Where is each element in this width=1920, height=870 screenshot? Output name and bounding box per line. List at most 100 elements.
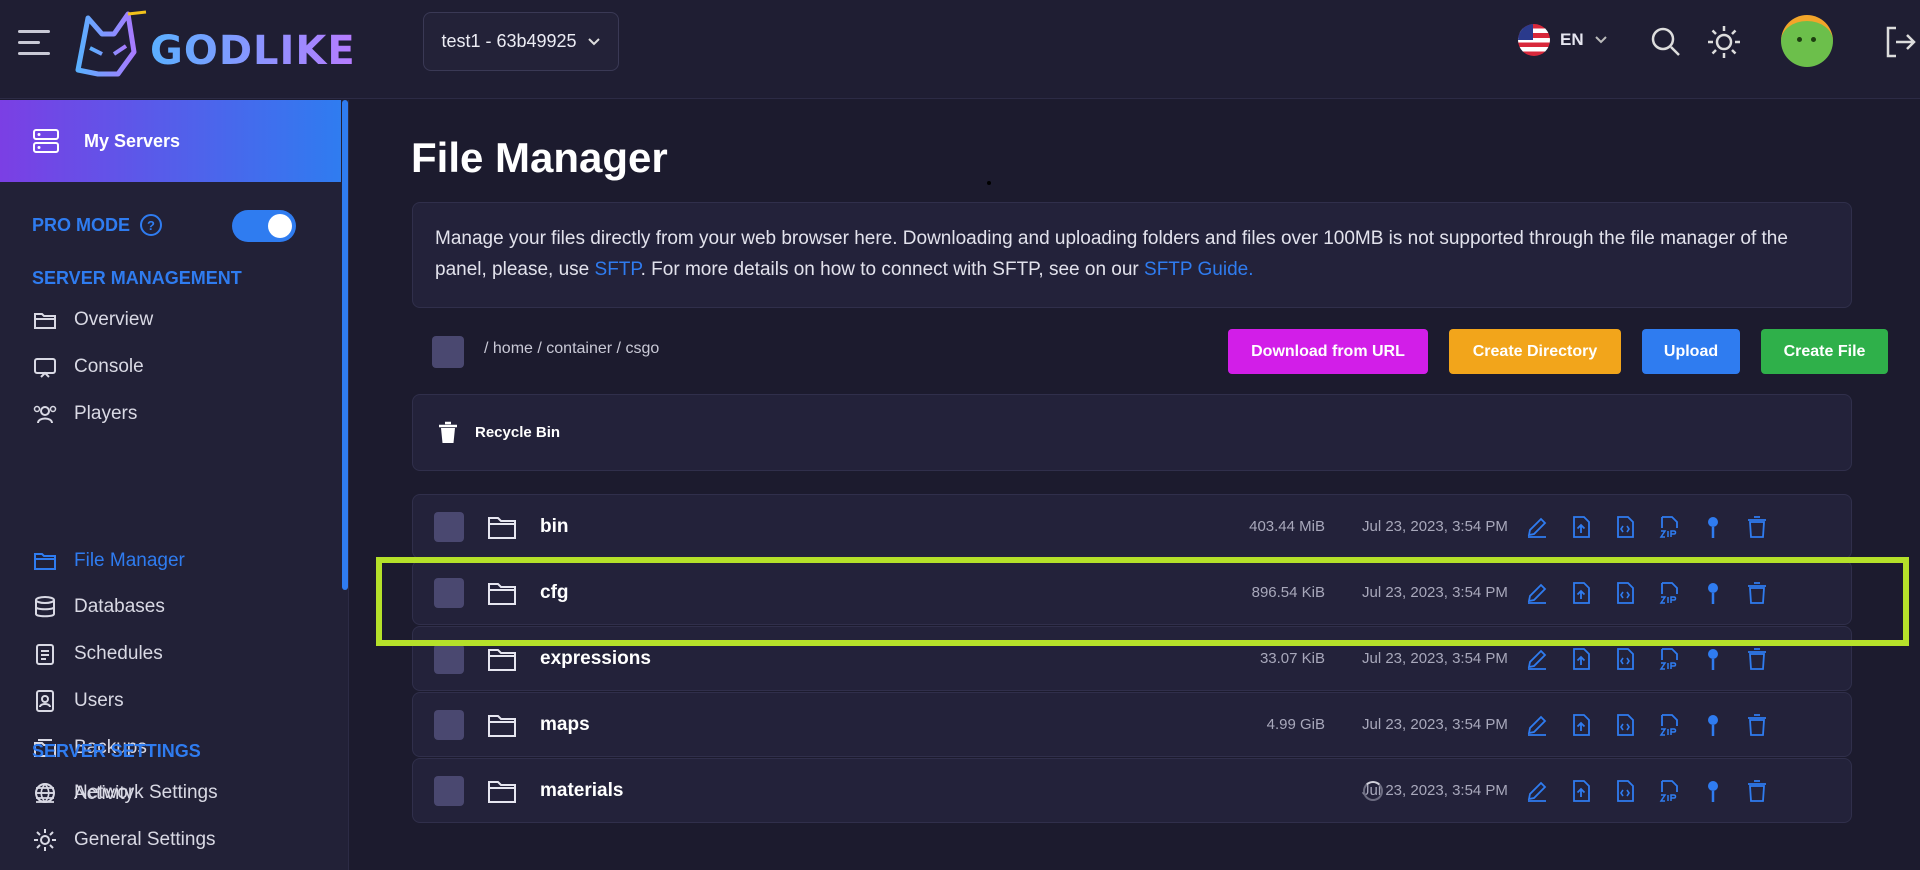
sidebar-item-file-manager[interactable]: File Manager [32, 543, 185, 579]
file-name[interactable]: maps [540, 714, 590, 736]
pin-icon[interactable] [1701, 779, 1725, 803]
upload-file-icon[interactable] [1569, 581, 1593, 605]
trash-icon[interactable] [1745, 581, 1769, 605]
create-directory-button[interactable]: Create Directory [1449, 329, 1621, 374]
pin-icon[interactable] [1701, 713, 1725, 737]
file-row[interactable]: expressions 33.07 KiB Jul 23, 2023, 3:54… [412, 626, 1852, 691]
my-servers-button[interactable]: My Servers [0, 100, 341, 182]
trash-icon[interactable] [1745, 713, 1769, 737]
sftp-link[interactable]: SFTP [595, 259, 641, 280]
sidebar-item-label: Players [74, 403, 138, 424]
edit-icon[interactable] [1525, 779, 1549, 803]
file-row[interactable]: cfg 896.54 KiB Jul 23, 2023, 3:54 PM [412, 560, 1852, 625]
pin-icon[interactable] [1701, 581, 1725, 605]
upload-file-icon[interactable] [1569, 779, 1593, 803]
pro-mode-toggle[interactable] [232, 210, 296, 242]
file-name[interactable]: bin [540, 516, 569, 538]
file-row[interactable]: materials Jul 23, 2023, 3:54 PM [412, 758, 1852, 823]
logout-icon[interactable] [1882, 24, 1918, 60]
file-size: 403.44 MiB [1249, 518, 1325, 535]
edit-icon[interactable] [1525, 713, 1549, 737]
pro-mode-label: PRO MODE [32, 214, 131, 235]
row-actions [1525, 779, 1769, 803]
edit-icon[interactable] [1525, 581, 1549, 605]
row-actions [1525, 713, 1769, 737]
zip-icon[interactable] [1657, 713, 1681, 737]
sidebar-scrollbar[interactable] [342, 100, 348, 590]
code-file-icon[interactable] [1613, 581, 1637, 605]
sidebar-item-databases[interactable]: Databases [32, 589, 165, 625]
upload-file-icon[interactable] [1569, 647, 1593, 671]
sidebar-item-network-settings[interactable]: Network Settings [32, 775, 218, 811]
user-badge-icon [36, 690, 54, 712]
sidebar-item-label: File Manager [74, 550, 185, 571]
breadcrumb-csgo[interactable]: / csgo [617, 340, 660, 357]
menu-icon[interactable] [18, 30, 50, 56]
server-selector-label: test1 - 63b49925 [441, 31, 577, 51]
sidebar-item-console[interactable]: Console [32, 349, 144, 385]
breadcrumb-home[interactable]: / home [484, 340, 533, 357]
select-all-checkbox[interactable] [432, 336, 464, 368]
row-checkbox[interactable] [434, 644, 464, 674]
recycle-bin[interactable]: Recycle Bin [412, 394, 1852, 471]
sidebar-item-schedules[interactable]: Schedules [32, 636, 163, 672]
breadcrumb-container[interactable]: / container [537, 340, 612, 357]
code-file-icon[interactable] [1613, 647, 1637, 671]
code-file-icon[interactable] [1613, 515, 1637, 539]
file-name[interactable]: expressions [540, 648, 651, 670]
create-file-button[interactable]: Create File [1761, 329, 1888, 374]
trash-icon[interactable] [1745, 515, 1769, 539]
cursor-dot [987, 181, 991, 185]
search-icon[interactable] [1648, 24, 1684, 60]
code-file-icon[interactable] [1613, 713, 1637, 737]
avatar[interactable] [1781, 15, 1833, 67]
row-checkbox[interactable] [434, 710, 464, 740]
zip-icon[interactable] [1657, 515, 1681, 539]
trash-icon[interactable] [1745, 779, 1769, 803]
file-name[interactable]: materials [540, 780, 623, 802]
file-size: 33.07 KiB [1259, 650, 1325, 667]
trash-icon[interactable] [1745, 647, 1769, 671]
language-selector[interactable]: EN [1518, 24, 1608, 56]
zip-icon[interactable] [1657, 779, 1681, 803]
sidebar-item-players[interactable]: Players [32, 396, 137, 432]
row-checkbox[interactable] [434, 578, 464, 608]
file-row[interactable]: bin 403.44 MiB Jul 23, 2023, 3:54 PM [412, 494, 1852, 559]
sidebar-item-label: Overview [74, 309, 154, 330]
folder-icon [488, 583, 516, 605]
players-icon [33, 405, 57, 424]
row-checkbox[interactable] [434, 512, 464, 542]
sidebar-item-users[interactable]: Users [32, 683, 124, 719]
code-file-icon[interactable] [1613, 779, 1637, 803]
edit-icon[interactable] [1525, 647, 1549, 671]
download-from-url-button[interactable]: Download from URL [1228, 329, 1428, 374]
sidebar-item-label: Users [74, 690, 124, 711]
upload-button[interactable]: Upload [1642, 329, 1740, 374]
logo-text: GODLIKE [150, 28, 356, 74]
sun-icon[interactable] [1706, 24, 1742, 60]
file-row[interactable]: maps 4.99 GiB Jul 23, 2023, 3:54 PM [412, 692, 1852, 757]
sidebar-item-label: Schedules [74, 643, 163, 664]
pin-icon[interactable] [1701, 515, 1725, 539]
upload-file-icon[interactable] [1569, 713, 1593, 737]
info-text-2: . For more details on how to connect wit… [640, 259, 1145, 280]
sidebar-item-general-settings[interactable]: General Settings [32, 822, 216, 858]
trash-icon [439, 421, 457, 443]
pin-icon[interactable] [1701, 647, 1725, 671]
folder-icon [488, 715, 516, 737]
logo[interactable]: GODLIKE [68, 8, 355, 84]
server-icon [33, 129, 59, 153]
row-actions [1525, 515, 1769, 539]
server-selector[interactable]: test1 - 63b49925 [423, 12, 619, 71]
file-name[interactable]: cfg [540, 582, 569, 604]
edit-icon[interactable] [1525, 515, 1549, 539]
sidebar-item-overview[interactable]: Overview [32, 302, 153, 338]
help-icon[interactable]: ? [140, 214, 163, 236]
zip-icon[interactable] [1657, 647, 1681, 671]
zip-icon[interactable] [1657, 581, 1681, 605]
sftp-guide-link[interactable]: SFTP Guide. [1144, 259, 1253, 280]
row-checkbox[interactable] [434, 776, 464, 806]
gear-icon [34, 829, 56, 851]
upload-file-icon[interactable] [1569, 515, 1593, 539]
file-date: Jul 23, 2023, 3:54 PM [1362, 782, 1508, 799]
